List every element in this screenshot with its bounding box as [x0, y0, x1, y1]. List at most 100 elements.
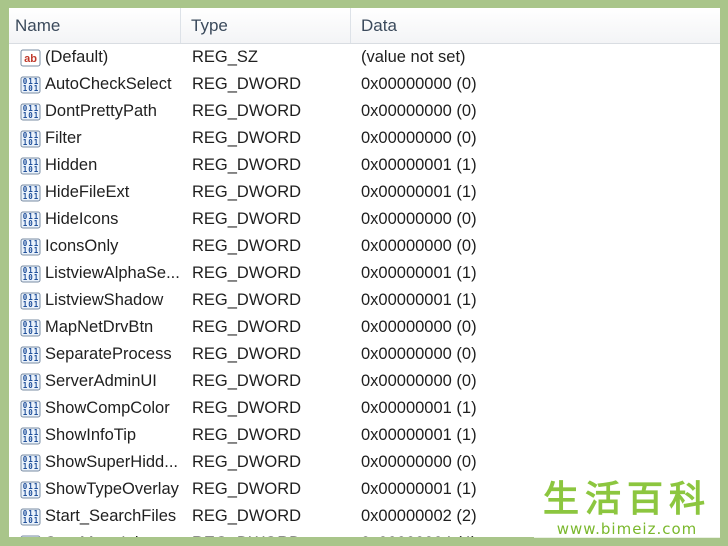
- binary-value-icon: 011101: [20, 157, 41, 174]
- svg-text:0: 0: [28, 516, 33, 525]
- value-row[interactable]: 0 1 1 1 0 1 IconsOnly REG_DWORD 0x00000000 (0): [9, 233, 720, 260]
- svg-text:1: 1: [34, 462, 39, 471]
- svg-text:0: 0: [28, 138, 33, 147]
- values-list: ab (Default) REG_SZ (value not set) 0 1 1 1 0 1 Au…: [9, 44, 720, 546]
- svg-text:1: 1: [23, 516, 28, 525]
- value-name-cell: ab (Default): [9, 48, 181, 67]
- svg-text:0: 0: [28, 192, 33, 201]
- svg-text:0: 0: [28, 219, 33, 228]
- column-header-name[interactable]: Name: [9, 8, 181, 43]
- watermark-url: www.bimeiz.com: [556, 520, 698, 538]
- svg-text:0: 0: [28, 273, 33, 282]
- column-header-type[interactable]: Type: [181, 8, 351, 43]
- value-row[interactable]: 0 1 1 1 0 1 AutoCheckSelect REG_DWORD 0x00000000…: [9, 71, 720, 98]
- value-data: 0x00000001 (1): [361, 291, 477, 309]
- value-name-cell: 0 1 1 1 0 1 Hidden: [9, 156, 181, 175]
- svg-text:0: 0: [28, 327, 33, 336]
- svg-text:1: 1: [34, 138, 39, 147]
- value-row[interactable]: 0 1 1 1 0 1 ShowInfoTip REG_DWORD 0x00000001 (1): [9, 422, 720, 449]
- binary-value-icon: 011101: [20, 319, 41, 336]
- svg-text:0: 0: [28, 435, 33, 444]
- binary-value-icon: 011101: [20, 373, 41, 390]
- svg-text:1: 1: [34, 381, 39, 390]
- value-data: 0x00000004 (4): [361, 534, 477, 546]
- value-data: 0x00000001 (1): [361, 399, 477, 417]
- value-name-cell: 0 1 1 1 0 1 MapNetDrvBtn: [9, 318, 181, 337]
- svg-text:1: 1: [23, 111, 28, 120]
- value-row[interactable]: 0 1 1 1 0 1 MapNetDrvBtn REG_DWORD 0x00000000 (0…: [9, 314, 720, 341]
- value-row[interactable]: 0 1 1 1 0 1 DontPrettyPath REG_DWORD 0x00000000 …: [9, 98, 720, 125]
- value-name: ShowTypeOverlay: [45, 480, 179, 498]
- value-type: REG_DWORD: [192, 426, 302, 444]
- svg-text:1: 1: [23, 273, 28, 282]
- value-row[interactable]: ab (Default) REG_SZ (value not set): [9, 44, 720, 71]
- svg-text:1: 1: [34, 408, 39, 417]
- value-name-cell: 0 1 1 1 0 1 AutoCheckSelect: [9, 75, 181, 94]
- value-row[interactable]: 0 1 1 1 0 1 ShowCompColor REG_DWORD 0x00000001 (…: [9, 395, 720, 422]
- value-name-cell: 0 1 1 1 0 1 ShowTypeOverlay: [9, 480, 181, 499]
- value-name: Filter: [45, 129, 82, 147]
- value-name-cell: 0 1 1 1 0 1 ListviewAlphaSe...: [9, 264, 181, 283]
- binary-value-icon: 011101: [20, 346, 41, 363]
- value-name: ShowInfoTip: [45, 426, 137, 444]
- svg-text:1: 1: [34, 435, 39, 444]
- svg-text:1: 1: [34, 219, 39, 228]
- value-name: StartMenuInit: [45, 534, 144, 546]
- svg-text:1: 1: [23, 462, 28, 471]
- value-name: AutoCheckSelect: [45, 75, 172, 93]
- value-row[interactable]: 0 1 1 1 0 1 Filter REG_DWORD 0x00000000 (0): [9, 125, 720, 152]
- svg-text:0: 0: [28, 462, 33, 471]
- svg-text:1: 1: [23, 408, 28, 417]
- value-data: 0x00000000 (0): [361, 102, 477, 120]
- svg-text:1: 1: [34, 246, 39, 255]
- string-value-icon: ab: [20, 49, 41, 66]
- svg-text:1: 1: [34, 327, 39, 336]
- value-data: 0x00000001 (1): [361, 426, 477, 444]
- value-name-cell: 0 1 1 1 0 1 ShowCompColor: [9, 399, 181, 418]
- value-type: REG_SZ: [192, 48, 259, 66]
- value-row[interactable]: 0 1 1 1 0 1 HideIcons REG_DWORD 0x00000000 (0): [9, 206, 720, 233]
- watermark-logo: 生活百科 www.bimeiz.com: [534, 480, 720, 538]
- value-type: REG_DWORD: [192, 453, 302, 471]
- value-type: REG_DWORD: [192, 345, 302, 363]
- value-data: 0x00000001 (1): [361, 264, 477, 282]
- svg-text:1: 1: [34, 84, 39, 93]
- value-name-cell: 0 1 1 1 0 1 ServerAdminUI: [9, 372, 181, 391]
- value-type: REG_DWORD: [192, 210, 302, 228]
- value-row[interactable]: 0 1 1 1 0 1 ServerAdminUI REG_DWORD 0x00000000 (…: [9, 368, 720, 395]
- svg-text:ab: ab: [24, 53, 37, 65]
- svg-text:0: 0: [28, 489, 33, 498]
- svg-text:1: 1: [23, 381, 28, 390]
- value-data: 0x00000000 (0): [361, 129, 477, 147]
- value-row[interactable]: 0 1 1 1 0 1 ShowSuperHidd... REG_DWORD 0x0000000…: [9, 449, 720, 476]
- svg-text:0: 0: [28, 408, 33, 417]
- value-row[interactable]: 0 1 1 1 0 1 ListviewAlphaSe... REG_DWORD 0x00000…: [9, 260, 720, 287]
- value-row[interactable]: 0 1 1 1 0 1 HideFileExt REG_DWORD 0x00000001 (1): [9, 179, 720, 206]
- svg-text:1: 1: [23, 435, 28, 444]
- registry-values-pane: Name Type Data ab (Default) REG_SZ (value n…: [0, 0, 728, 546]
- binary-value-icon: 011101: [20, 508, 41, 525]
- svg-text:1: 1: [23, 327, 28, 336]
- value-name: SeparateProcess: [45, 345, 172, 363]
- value-type: REG_DWORD: [192, 291, 302, 309]
- svg-text:1: 1: [23, 354, 28, 363]
- value-name: Start_SearchFiles: [45, 507, 177, 525]
- column-header-data[interactable]: Data: [351, 8, 720, 43]
- svg-text:0: 0: [28, 300, 33, 309]
- svg-text:1: 1: [23, 138, 28, 147]
- binary-value-icon: 011101: [20, 292, 41, 309]
- value-name: ServerAdminUI: [45, 372, 157, 390]
- value-row[interactable]: 0 1 1 1 0 1 ListviewShadow REG_DWORD 0x00000001 …: [9, 287, 720, 314]
- value-name-cell: 0 1 1 1 0 1 ListviewShadow: [9, 291, 181, 310]
- svg-text:1: 1: [23, 84, 28, 93]
- value-name: ListviewShadow: [45, 291, 164, 309]
- value-data: 0x00000002 (2): [361, 507, 477, 525]
- value-name: DontPrettyPath: [45, 102, 157, 120]
- value-row[interactable]: 0 1 1 1 0 1 Hidden REG_DWORD 0x00000001 (1): [9, 152, 720, 179]
- value-type: REG_DWORD: [192, 183, 302, 201]
- value-name: (Default): [45, 48, 109, 66]
- svg-text:1: 1: [34, 543, 39, 546]
- binary-value-icon: 011101: [20, 535, 41, 546]
- value-type: REG_DWORD: [192, 264, 302, 282]
- value-row[interactable]: 0 1 1 1 0 1 SeparateProcess REG_DWORD 0x00000000…: [9, 341, 720, 368]
